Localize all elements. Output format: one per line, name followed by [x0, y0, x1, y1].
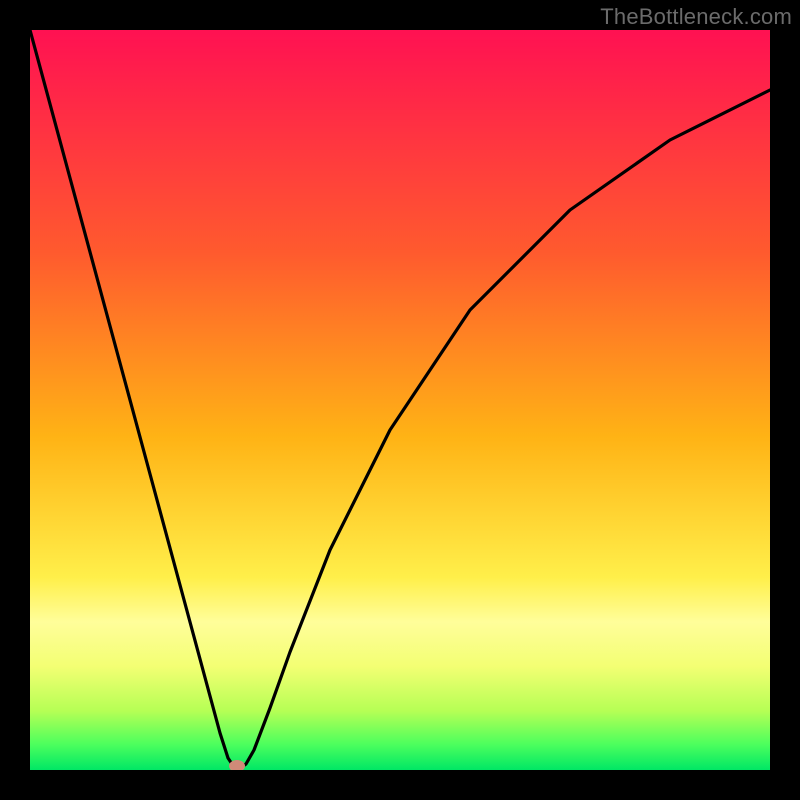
watermark-text: TheBottleneck.com [600, 4, 792, 30]
chart-container: TheBottleneck.com [0, 0, 800, 800]
plot-area [30, 30, 770, 770]
gradient-bg [30, 30, 770, 770]
chart-svg [30, 30, 770, 770]
